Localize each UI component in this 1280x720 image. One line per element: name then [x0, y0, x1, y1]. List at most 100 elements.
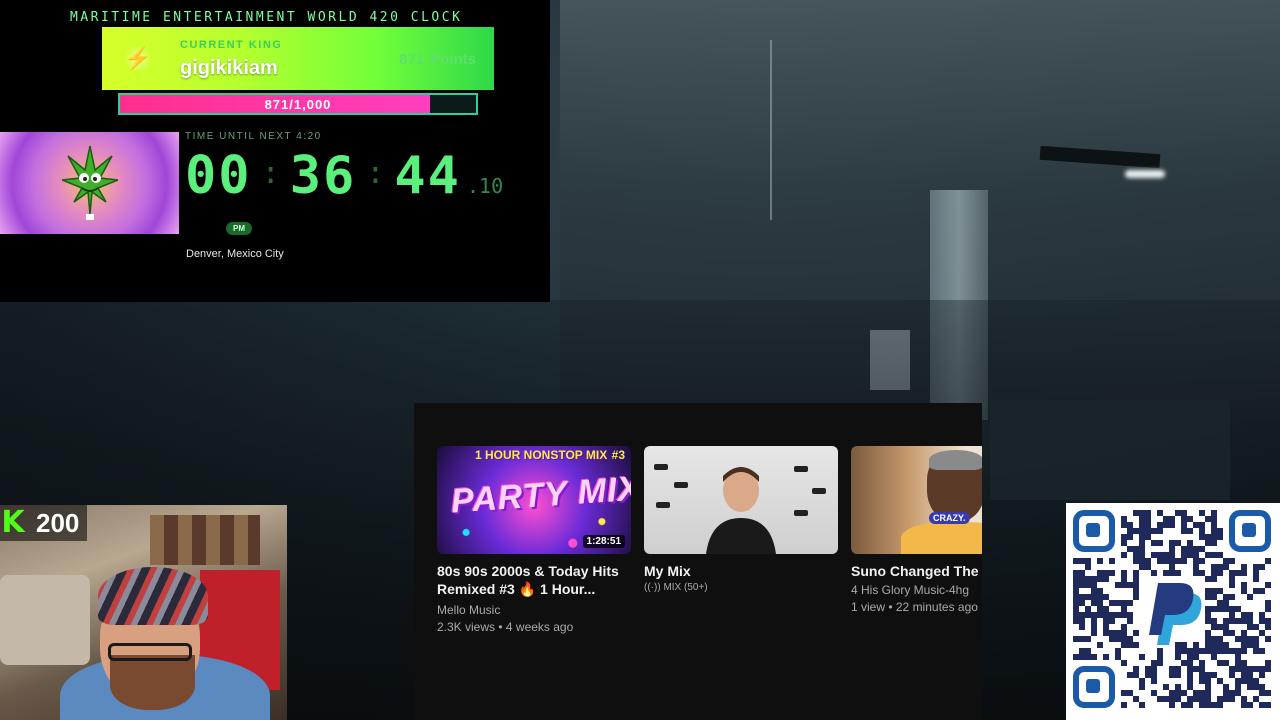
qr-module — [1187, 528, 1193, 534]
couch — [0, 575, 90, 665]
cannabis-mascot-logo — [0, 132, 179, 234]
qr-module — [1235, 690, 1241, 696]
qr-module — [1103, 570, 1109, 576]
qr-module — [1241, 618, 1247, 624]
qr-module — [1211, 594, 1217, 600]
shoe-shelf — [812, 488, 826, 494]
qr-module — [1235, 606, 1241, 612]
qr-module — [1169, 522, 1175, 528]
qr-module — [1073, 618, 1079, 624]
qr-module — [1235, 636, 1241, 642]
qr-module — [1133, 552, 1139, 558]
qr-module — [1241, 648, 1247, 654]
qr-module — [1121, 516, 1127, 522]
video-thumbnail[interactable]: 1 HOUR NONSTOP MIX #3 PARTY MIX 1:28:51 — [437, 446, 631, 554]
qr-module — [1211, 528, 1217, 534]
qr-module — [1223, 594, 1229, 600]
qr-module — [1199, 678, 1205, 684]
qr-module — [1133, 546, 1139, 552]
qr-module — [1235, 684, 1241, 690]
qr-module — [1181, 690, 1187, 696]
qr-module — [1091, 600, 1097, 606]
qr-module — [1091, 618, 1097, 624]
qr-module — [1205, 618, 1211, 624]
qr-module — [1181, 510, 1187, 516]
qr-module — [1163, 522, 1169, 528]
qr-module — [1109, 612, 1115, 618]
qr-module — [1199, 528, 1205, 534]
qr-module — [1097, 576, 1103, 582]
video-thumbnail[interactable] — [644, 446, 838, 554]
qr-module — [1265, 636, 1271, 642]
qr-module — [1229, 618, 1235, 624]
shoe-shelf — [794, 466, 808, 472]
video-duration: 1:28:51 — [582, 535, 625, 548]
video-title[interactable]: My Mix — [644, 562, 838, 580]
video-stats: 1 view • 22 minutes ago — [851, 600, 978, 614]
qr-module — [1205, 594, 1211, 600]
qr-module — [1193, 642, 1199, 648]
qr-module — [1175, 558, 1181, 564]
qr-module — [1205, 516, 1211, 522]
qr-module — [1145, 534, 1151, 540]
video-channel[interactable]: 4 His Glory Music-4hg — [851, 582, 982, 599]
video-thumbnail[interactable]: CRAZY. — [851, 446, 982, 554]
video-title[interactable]: 80s 90s 2000s & Today Hits Remixed #3 🔥 … — [437, 562, 631, 598]
qr-module — [1121, 540, 1127, 546]
qr-module — [1199, 648, 1205, 654]
qr-module — [1079, 618, 1085, 624]
webcam-feed: K 200 — [0, 505, 287, 720]
qr-module — [1079, 612, 1085, 618]
qr-module — [1247, 672, 1253, 678]
broadcast-icon: ((·)) — [644, 582, 661, 593]
qr-module — [1085, 636, 1091, 642]
qr-module — [1133, 666, 1139, 672]
qr-module — [1151, 552, 1157, 558]
qr-module — [1097, 594, 1103, 600]
qr-module — [1211, 510, 1217, 516]
video-card[interactable]: CRAZY. Suno Changed The C 4 His Glory Mu… — [851, 446, 982, 616]
qr-module — [1241, 564, 1247, 570]
qr-module — [1211, 636, 1217, 642]
qr-module — [1205, 678, 1211, 684]
qr-module — [1133, 594, 1139, 600]
qr-module — [1205, 636, 1211, 642]
qr-module — [1157, 528, 1163, 534]
qr-module — [1205, 588, 1211, 594]
qr-module — [1139, 552, 1145, 558]
qr-module — [1097, 642, 1103, 648]
video-title[interactable]: Suno Changed The C — [851, 562, 982, 580]
qr-module — [1241, 702, 1247, 708]
qr-module — [1241, 696, 1247, 702]
qr-module — [1073, 600, 1079, 606]
qr-module — [1103, 612, 1109, 618]
qr-module — [1073, 576, 1079, 582]
qr-module — [1073, 582, 1079, 588]
qr-module — [1265, 618, 1271, 624]
qr-module — [1241, 636, 1247, 642]
qr-module — [1229, 612, 1235, 618]
qr-module — [1085, 648, 1091, 654]
video-channel[interactable]: Mello Music — [437, 602, 631, 619]
points-progress-bar: 871/1,000 — [118, 93, 478, 115]
video-card[interactable]: My Mix ((·)) MIX (50+) — [644, 446, 838, 593]
qr-module — [1121, 630, 1127, 636]
qr-module — [1103, 624, 1109, 630]
timer-minutes: 36 — [289, 146, 357, 206]
qr-module — [1181, 648, 1187, 654]
paypal-qr-code[interactable] — [1066, 503, 1280, 720]
qr-module — [1169, 558, 1175, 564]
qr-code-pattern — [1073, 510, 1271, 708]
qr-module — [1079, 648, 1085, 654]
qr-module — [1223, 696, 1229, 702]
qr-module — [1151, 570, 1157, 576]
qr-module — [1205, 696, 1211, 702]
qr-module — [1223, 660, 1229, 666]
video-card[interactable]: 1 HOUR NONSTOP MIX #3 PARTY MIX 1:28:51 … — [437, 446, 631, 636]
qr-module — [1217, 678, 1223, 684]
qr-module — [1235, 648, 1241, 654]
qr-module — [1211, 570, 1217, 576]
qr-module — [1229, 558, 1235, 564]
streamer-beanie — [98, 567, 208, 625]
qr-module — [1175, 690, 1181, 696]
